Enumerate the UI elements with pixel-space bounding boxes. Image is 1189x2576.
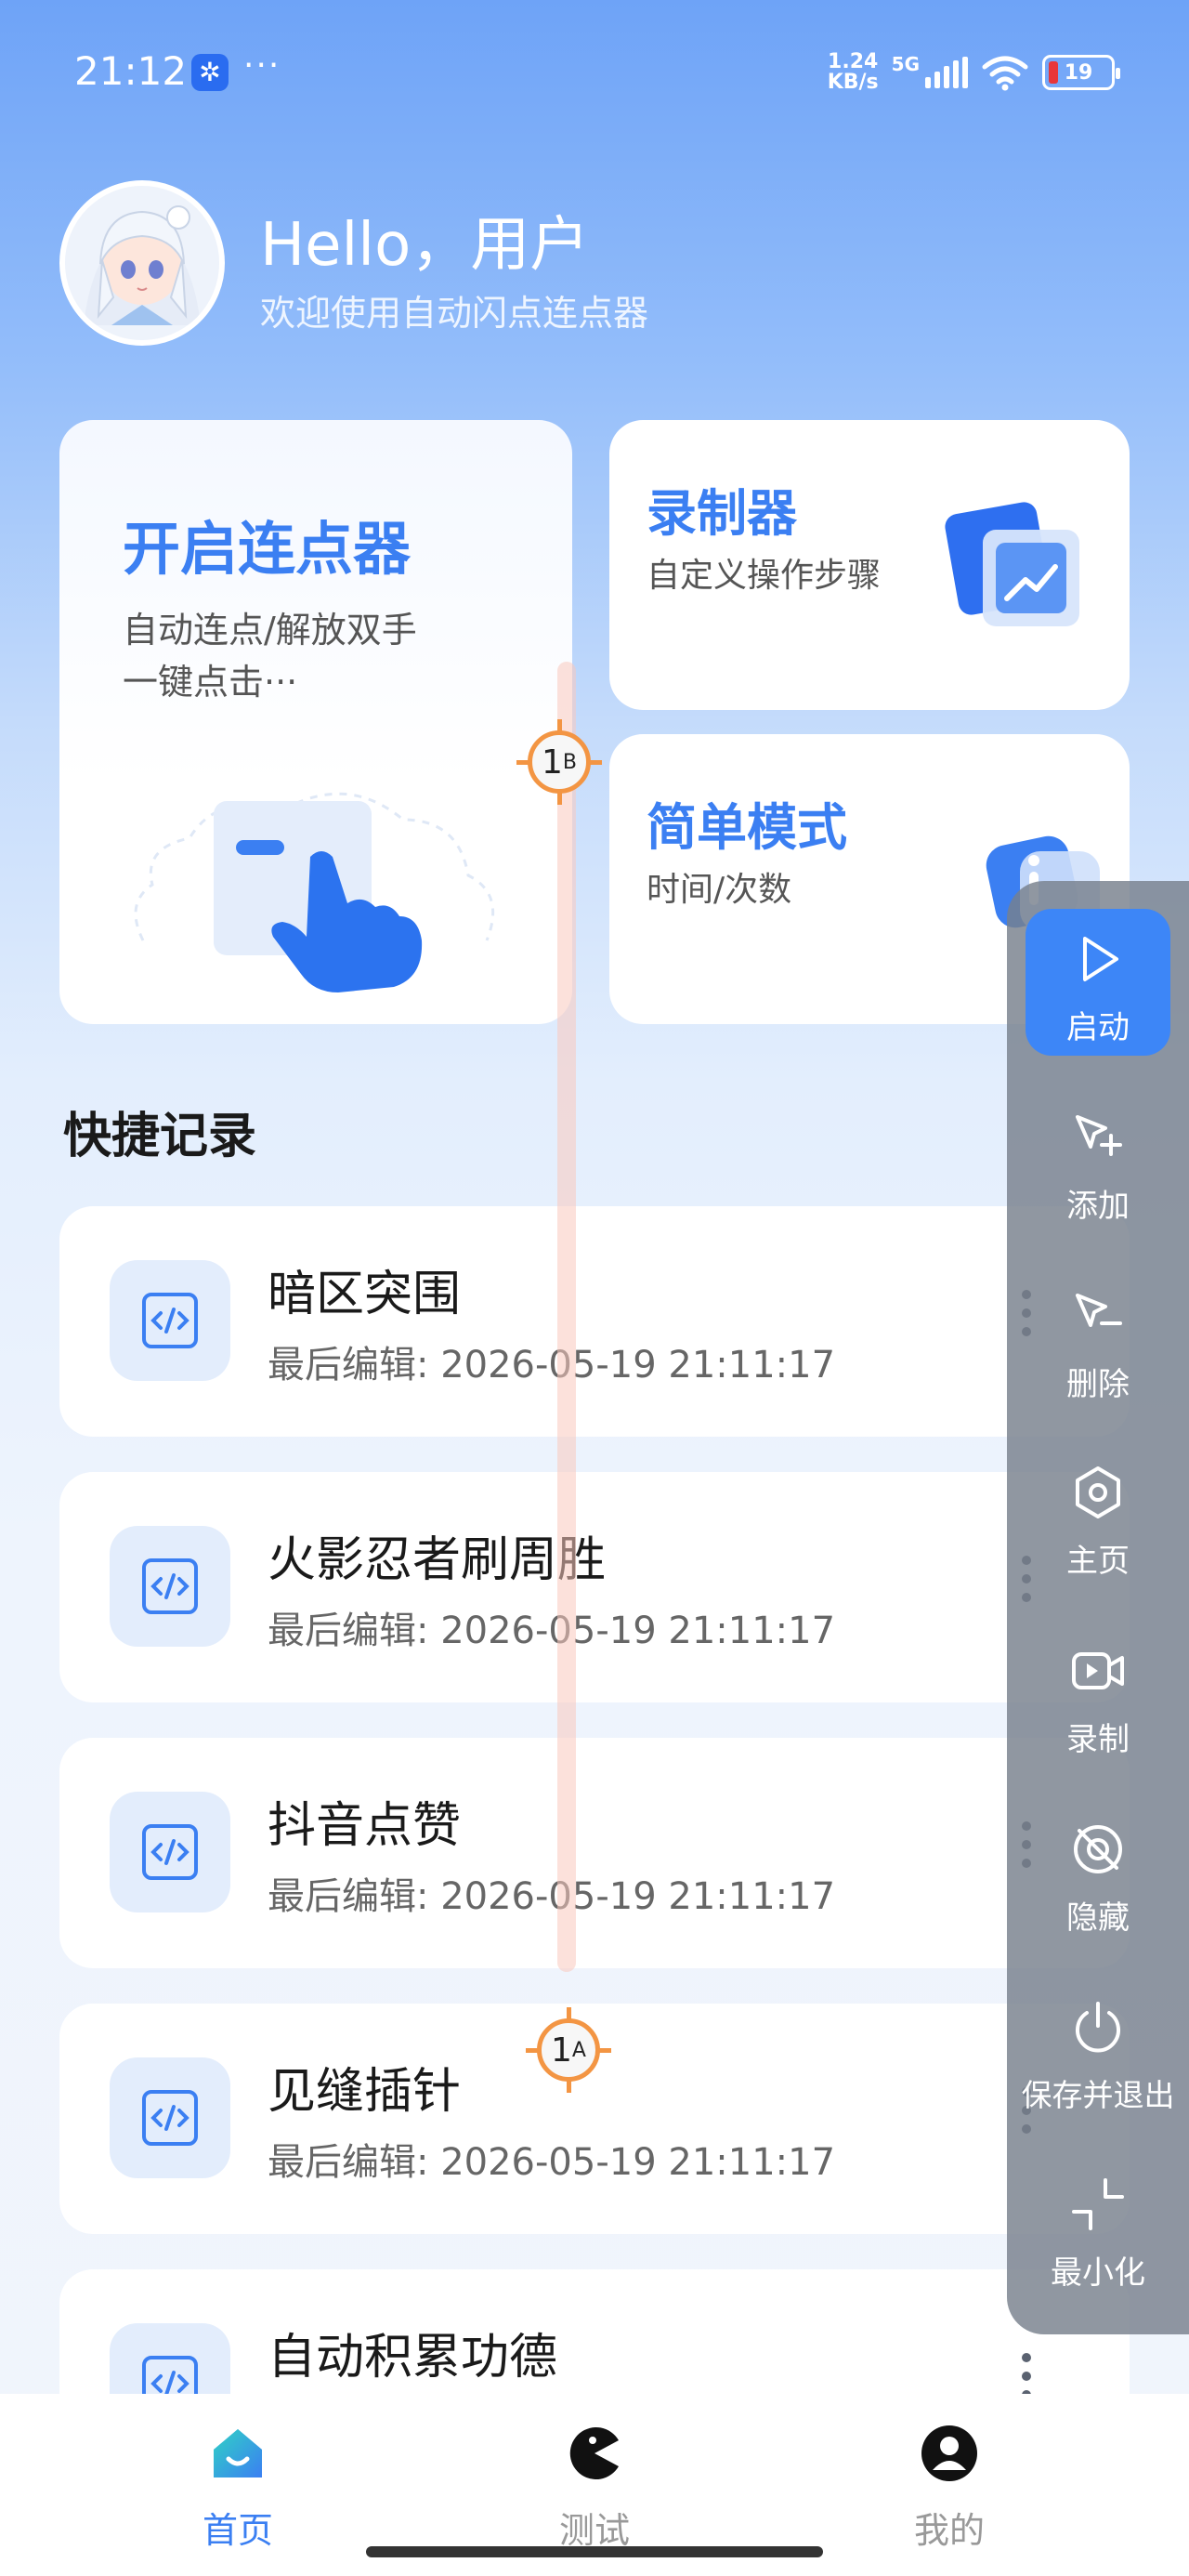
battery-icon: 19	[1042, 55, 1120, 90]
start-clicker-desc: 自动连点/解放双手 一键点击···	[123, 610, 417, 703]
wifi-icon	[982, 56, 1028, 91]
eye-off-icon	[1074, 1825, 1122, 1873]
code-file-icon	[110, 1260, 230, 1381]
minimize-button[interactable]: 最小化	[1007, 2175, 1189, 2293]
save-exit-button[interactable]: 保存并退出	[1007, 1998, 1189, 2115]
delete-button[interactable]: 删除	[1007, 1286, 1189, 1404]
record-name: 抖音点赞	[268, 1798, 462, 1854]
video-record-icon	[1072, 1652, 1124, 1689]
start-button[interactable]: 启动	[1026, 909, 1170, 1056]
record-name: 暗区突围	[268, 1267, 462, 1322]
status-bar: 21:12 ✲ ··· 1.24 KB/s 5G 19	[0, 0, 1189, 149]
record-date: 最后编辑: 2026-05-19 21:11:17	[268, 2141, 836, 2184]
list-item[interactable]: 火影忍者刷周胜 最后编辑: 2026-05-19 21:11:17	[59, 1472, 1130, 1702]
nav-mine[interactable]: 我的	[856, 2424, 1042, 2553]
swipe-target-a[interactable]: 1A	[526, 2007, 611, 2093]
greeting-subtitle: 欢迎使用自动闪点连点器	[260, 293, 649, 334]
pacman-icon	[569, 2427, 619, 2479]
minimize-icon	[1072, 2178, 1124, 2230]
remove-pointer-icon	[1076, 1294, 1122, 1327]
record-name: 见缝插针	[268, 2064, 462, 2120]
home-button[interactable]: 主页	[1007, 1463, 1189, 1581]
record-date: 最后编辑: 2026-05-19 21:11:17	[268, 1344, 836, 1387]
swipe-target-b[interactable]: 1B	[516, 719, 602, 805]
list-item[interactable]: 暗区突围 最后编辑: 2026-05-19 21:11:17	[59, 1206, 1130, 1437]
floating-toolbar: 启动 添加 删除 主页 录制 隐藏 保存并退出 最小化	[1007, 881, 1189, 2334]
greeting-title: Hello，用户	[260, 211, 590, 280]
chart-document-icon	[945, 502, 1079, 626]
code-file-icon	[110, 1792, 230, 1912]
signal-icon	[925, 57, 968, 88]
hide-button[interactable]: 隐藏	[1007, 1820, 1189, 1938]
recorder-title: 录制器	[647, 484, 797, 543]
more-notifications-icon: ···	[243, 46, 281, 85]
network-speed: 1.24 KB/s	[827, 50, 879, 94]
network-type: 5G	[891, 53, 920, 75]
power-icon	[1076, 2002, 1120, 2053]
record-date: 最后编辑: 2026-05-19 21:11:17	[268, 1875, 836, 1918]
nav-home[interactable]: 首页	[145, 2424, 331, 2553]
code-file-icon	[110, 1526, 230, 1647]
battery-level: 19	[1064, 60, 1093, 85]
user-icon	[921, 2425, 977, 2481]
drag-handle[interactable]	[1022, 2353, 1033, 2399]
tap-hand-icon	[134, 792, 495, 992]
add-button[interactable]: 添加	[1007, 1108, 1189, 1226]
recorder-desc: 自定义操作步骤	[647, 557, 882, 595]
swipe-path	[557, 662, 576, 1972]
list-item[interactable]: 抖音点赞 最后编辑: 2026-05-19 21:11:17	[59, 1738, 1130, 1968]
assistant-app-icon: ✲	[191, 54, 229, 91]
play-icon	[1083, 937, 1118, 981]
status-indicators: 1.24 KB/s 5G 19	[827, 50, 1120, 94]
simple-mode-desc: 时间/次数	[647, 871, 792, 909]
add-pointer-icon	[1076, 1115, 1122, 1156]
avatar[interactable]	[59, 180, 225, 346]
recorder-card[interactable]: 录制器 自定义操作步骤	[609, 420, 1130, 710]
hexagon-home-icon	[1076, 1466, 1120, 1518]
code-file-icon	[110, 2057, 230, 2178]
simple-mode-title: 简单模式	[647, 798, 847, 857]
start-clicker-title: 开启连点器	[123, 515, 412, 583]
home-indicator[interactable]	[366, 2546, 823, 2557]
record-button[interactable]: 录制	[1007, 1641, 1189, 1759]
start-clicker-card[interactable]: 开启连点器 自动连点/解放双手 一键点击···	[59, 420, 572, 1024]
record-name: 火影忍者刷周胜	[268, 1532, 607, 1588]
record-name: 自动积累功德	[268, 2330, 558, 2385]
quick-records-title: 快捷记录	[63, 1109, 257, 1164]
nav-test[interactable]: 测试	[502, 2424, 687, 2553]
home-icon	[214, 2429, 262, 2477]
status-time: 21:12	[74, 48, 188, 94]
record-date: 最后编辑: 2026-05-19 21:11:17	[268, 1610, 836, 1652]
